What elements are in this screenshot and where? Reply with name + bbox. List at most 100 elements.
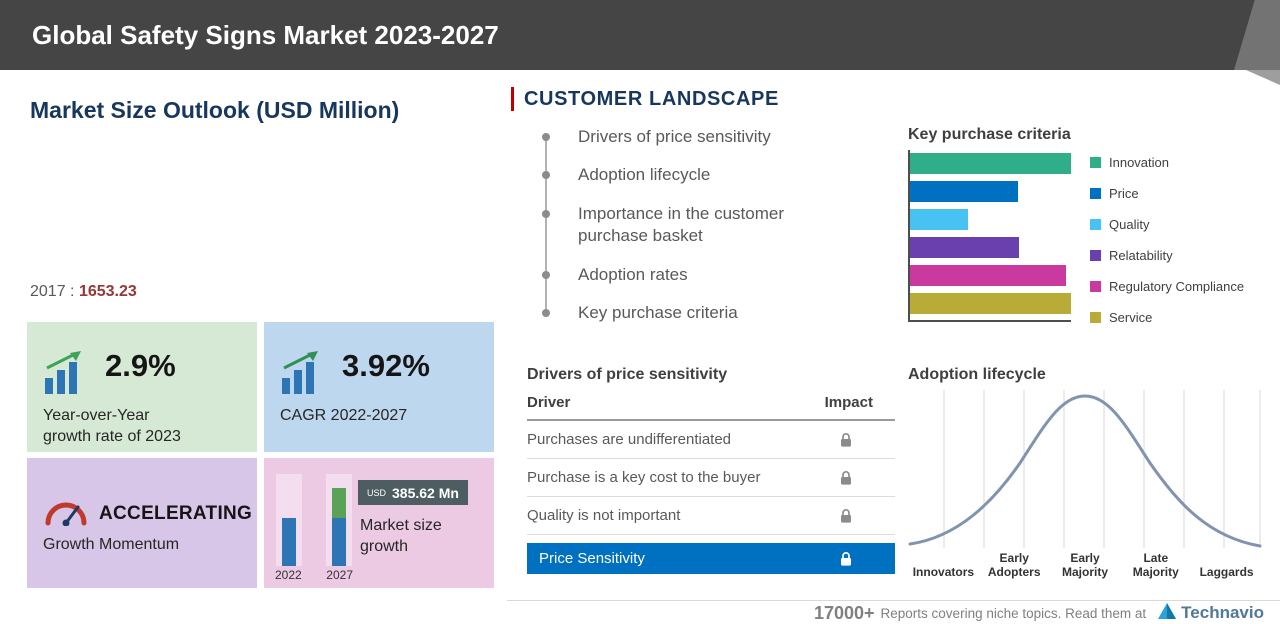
kpc-bar-price bbox=[910, 181, 1018, 202]
lock-icon bbox=[839, 470, 853, 486]
triangle-logo-icon bbox=[1158, 603, 1176, 624]
footer-text: Reports covering niche topics. Read them… bbox=[881, 606, 1147, 621]
table-header-row: Driver Impact bbox=[527, 394, 895, 421]
cagr-label: CAGR 2022-2027 bbox=[280, 406, 407, 427]
kpc-bar-innovation bbox=[910, 153, 1071, 174]
legend-label: Service bbox=[1109, 310, 1152, 325]
legend-swatch-icon bbox=[1090, 188, 1101, 199]
legend-swatch-icon bbox=[1090, 312, 1101, 323]
price-sensitivity-title: Drivers of price sensitivity bbox=[527, 366, 727, 384]
table-row: Quality is not important bbox=[527, 497, 895, 535]
legend-item: Relatability bbox=[1090, 245, 1270, 265]
footer-divider bbox=[507, 600, 1280, 601]
momentum-label: Growth Momentum bbox=[43, 536, 179, 554]
legend-swatch-icon bbox=[1090, 250, 1101, 261]
market-size-outlook-title: Market Size Outlook (USD Million) bbox=[30, 97, 399, 124]
list-item: Drivers of price sensitivity bbox=[540, 126, 820, 148]
legend-label: Quality bbox=[1109, 217, 1149, 232]
year-start-label: 2022 bbox=[275, 568, 302, 582]
mini-bar-2027 bbox=[332, 488, 346, 566]
technavio-logo[interactable]: Technavio bbox=[1158, 603, 1264, 624]
speedometer-gauge-icon bbox=[43, 496, 89, 531]
mini-column-2022 bbox=[276, 474, 302, 566]
market-size-growth-card: 2022 2027 USD 385.62 Mn Market size grow… bbox=[264, 458, 494, 588]
badge-currency: USD bbox=[367, 488, 386, 498]
column-driver: Driver bbox=[527, 394, 570, 411]
yoy-label: Year-over-Year growth rate of 2023 bbox=[43, 406, 181, 448]
year-end-label: 2027 bbox=[326, 568, 353, 582]
growth-label: Market size growth bbox=[360, 516, 442, 558]
base-year-value: 2017 : 1653.23 bbox=[30, 283, 137, 301]
mini-column-2027 bbox=[326, 474, 352, 566]
stage-label: Laggards bbox=[1191, 566, 1262, 580]
legend-label: Regulatory Compliance bbox=[1109, 279, 1244, 294]
legend-swatch-icon bbox=[1090, 219, 1101, 230]
kpc-bar-relatability bbox=[910, 237, 1019, 258]
stage-label: EarlyMajority bbox=[1050, 552, 1121, 580]
header-bar: Global Safety Signs Market 2023-2027 bbox=[0, 0, 1280, 70]
kpc-bar-regulatory-compliance bbox=[910, 265, 1066, 286]
lock-icon bbox=[839, 551, 853, 567]
bullet-dot-icon bbox=[542, 210, 550, 218]
kpc-bar-service bbox=[910, 293, 1071, 314]
mini-chart-years: 2022 2027 bbox=[274, 568, 354, 582]
legend-item: Quality bbox=[1090, 214, 1270, 234]
list-item: Adoption rates bbox=[540, 264, 820, 286]
key-purchase-criteria-title: Key purchase criteria bbox=[908, 126, 1071, 144]
legend-label: Relatability bbox=[1109, 248, 1173, 263]
legend-swatch-icon bbox=[1090, 281, 1101, 292]
page-title: Global Safety Signs Market 2023-2027 bbox=[32, 20, 499, 51]
momentum-value: ACCELERATING bbox=[99, 503, 252, 525]
mini-bar-2027-green bbox=[332, 488, 346, 518]
lock-icon bbox=[839, 508, 853, 524]
base-year-separator: : bbox=[70, 283, 79, 300]
list-item: Importance in the customer purchase bask… bbox=[540, 203, 820, 248]
list-item: Key purchase criteria bbox=[540, 302, 820, 324]
cagr-value: 3.92% bbox=[342, 348, 430, 384]
header-decoration-triangle bbox=[1246, 70, 1280, 85]
legend-item: Innovation bbox=[1090, 152, 1270, 172]
yoy-growth-card: 2.9% Year-over-Year growth rate of 2023 bbox=[27, 322, 257, 452]
legend-item: Price bbox=[1090, 183, 1270, 203]
column-impact: Impact bbox=[825, 394, 873, 411]
badge-amount: 385.62 Mn bbox=[392, 485, 459, 501]
table-row: Purchases are undifferentiated bbox=[527, 421, 895, 459]
adoption-lifecycle-curve bbox=[908, 388, 1262, 550]
bullet-dot-icon bbox=[542, 309, 550, 317]
base-year-amount: 1653.23 bbox=[79, 283, 137, 300]
adoption-lifecycle-title: Adoption lifecycle bbox=[908, 366, 1046, 384]
yoy-value: 2.9% bbox=[105, 348, 176, 384]
stage-label: LateMajority bbox=[1120, 552, 1191, 580]
bar-chart-up-arrow-icon bbox=[280, 350, 332, 401]
kpc-bar-quality bbox=[910, 209, 968, 230]
price-sensitivity-table: Driver Impact Purchases are undifferenti… bbox=[527, 394, 895, 574]
bullet-dot-icon bbox=[542, 133, 550, 141]
legend-item: Regulatory Compliance bbox=[1090, 276, 1270, 296]
growth-momentum-card: ACCELERATING Growth Momentum bbox=[27, 458, 257, 588]
growth-amount-badge: USD 385.62 Mn bbox=[358, 480, 468, 505]
header-decoration-band bbox=[1234, 0, 1280, 70]
legend-swatch-icon bbox=[1090, 157, 1101, 168]
report-count: 17000+ bbox=[814, 603, 875, 624]
bullet-dot-icon bbox=[542, 271, 550, 279]
legend-label: Price bbox=[1109, 186, 1139, 201]
stage-label: Innovators bbox=[908, 566, 979, 580]
legend-label: Innovation bbox=[1109, 155, 1169, 170]
bullet-dot-icon bbox=[542, 171, 550, 179]
adoption-lifecycle-stage-labels: Innovators EarlyAdopters EarlyMajority L… bbox=[908, 550, 1262, 580]
stage-label: EarlyAdopters bbox=[979, 552, 1050, 580]
bar-chart-up-arrow-icon bbox=[43, 350, 95, 401]
key-purchase-criteria-chart bbox=[908, 150, 1071, 322]
red-accent-bar bbox=[511, 87, 514, 111]
infographic-page: Global Safety Signs Market 2023-2027 Mar… bbox=[0, 0, 1280, 624]
mini-bar-2022 bbox=[282, 518, 296, 566]
cagr-card: 3.92% CAGR 2022-2027 bbox=[264, 322, 494, 452]
customer-landscape-list: Drivers of price sensitivity Adoption li… bbox=[540, 126, 820, 341]
key-purchase-criteria-legend: Innovation Price Quality Relatability Regula… bbox=[1090, 152, 1270, 338]
mini-bar-2027-blue bbox=[332, 518, 346, 566]
market-size-mini-chart bbox=[274, 470, 354, 566]
adoption-lifecycle-chart bbox=[908, 388, 1262, 555]
metric-cards: 2.9% Year-over-Year growth rate of 2023 … bbox=[27, 322, 494, 588]
base-year-label: 2017 bbox=[30, 283, 66, 300]
brand-name: Technavio bbox=[1181, 603, 1264, 623]
